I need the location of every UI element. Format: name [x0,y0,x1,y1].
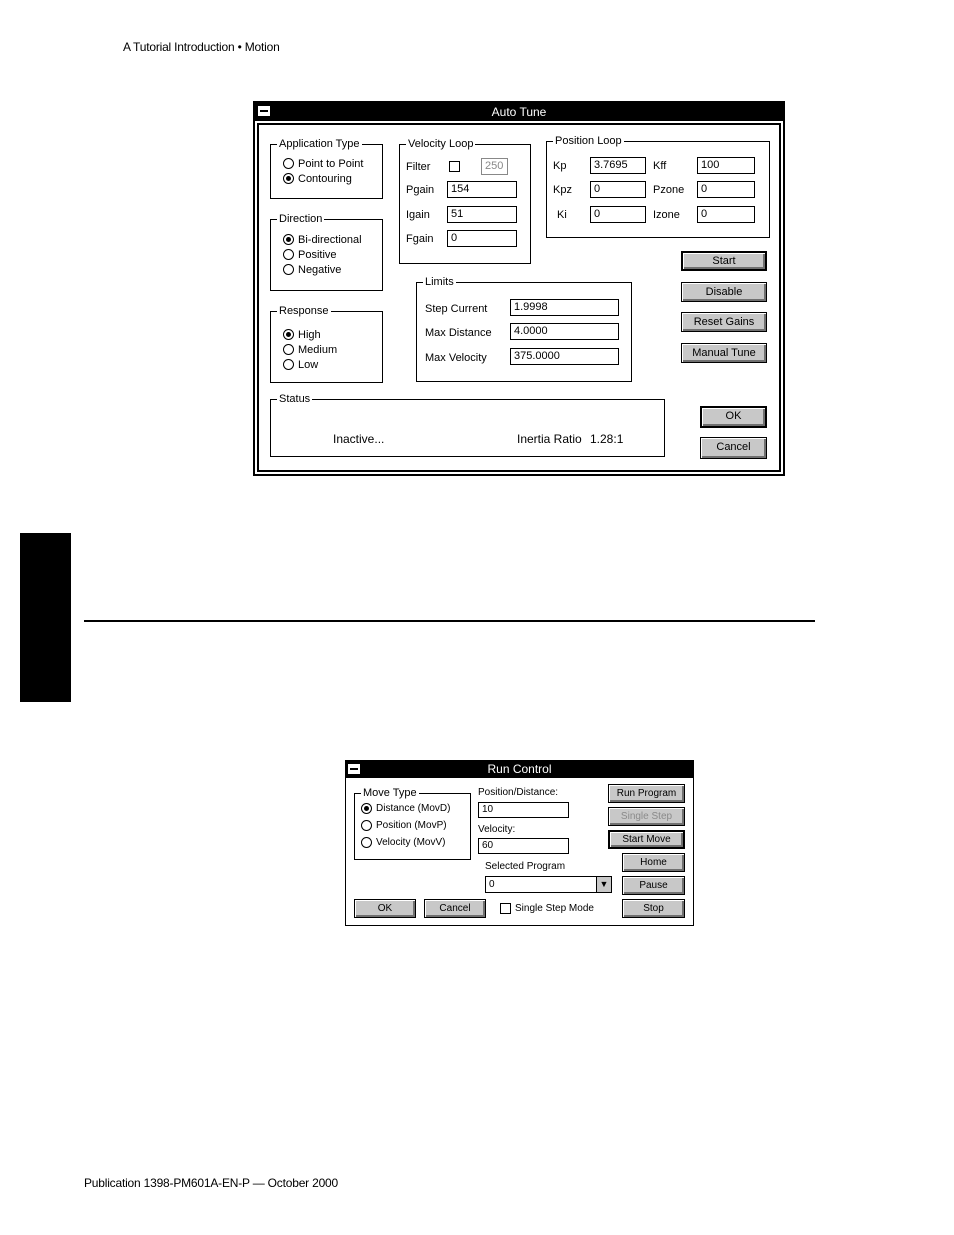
single-step-button[interactable]: Single Step [608,807,685,826]
filter-checkbox[interactable] [449,161,460,172]
filter-label: Filter [406,161,431,173]
ki-label: Ki [557,209,567,221]
high-label: High [298,329,321,341]
negative-label: Negative [298,264,342,276]
start-button[interactable]: Start [681,251,767,271]
max-velocity-label: Max Velocity [425,352,487,364]
radio-bi-directional[interactable] [283,234,294,245]
radio-point-to-point[interactable] [283,158,294,169]
home-button[interactable]: Home [622,853,685,872]
status-text: Inactive... [333,432,385,446]
selected-program-value: 0 [489,879,495,890]
positive-label: Positive [298,249,337,261]
igain-field[interactable]: 51 [447,206,517,223]
point-to-point-label: Point to Point [298,158,364,170]
disable-button[interactable]: Disable [681,282,767,302]
inertia-ratio-label: Inertia Ratio [517,432,582,446]
igain-label: Igain [406,209,430,221]
page-header: A Tutorial Introduction • Motion [123,40,280,54]
radio-high[interactable] [283,329,294,340]
filter-field[interactable]: 250 [481,158,508,175]
response-legend: Response [277,304,331,318]
selected-program-label: Selected Program [485,861,566,872]
status-legend: Status [277,392,313,406]
move-type-legend: Move Type [361,786,419,800]
radio-low[interactable] [283,359,294,370]
status-group: Status [270,392,665,457]
pause-button[interactable]: Pause [622,876,685,895]
position-label: Position (MovP) [376,820,447,831]
kff-label: Kff [653,160,667,172]
step-current-field[interactable]: 1.9998 [510,299,619,316]
start-move-button[interactable]: Start Move [608,830,685,849]
system-menu-icon[interactable] [257,105,271,117]
dialog-title: Run Control [487,762,552,776]
pgain-field[interactable]: 154 [447,181,517,198]
kff-field[interactable]: 100 [697,157,755,174]
direction-legend: Direction [277,212,325,226]
velocity-option-label: Velocity (MovV) [376,837,446,848]
chapter-tab [20,533,71,702]
kpz-field[interactable]: 0 [590,181,646,198]
radio-distance[interactable] [361,803,372,814]
system-menu-icon[interactable] [347,763,361,775]
fgain-label: Fgain [406,233,434,245]
auto-tune-dialog: Auto Tune Application Type Point to Poin… [253,101,785,476]
dialog-title: Auto Tune [491,105,547,119]
single-step-mode-checkbox[interactable] [500,903,511,914]
application-type-legend: Application Type [277,137,362,151]
radio-velocity[interactable] [361,837,372,848]
radio-medium[interactable] [283,344,294,355]
kpz-label: Kpz [553,184,572,196]
section-rule [84,620,815,622]
auto-tune-titlebar[interactable]: Auto Tune [255,103,783,121]
velocity-loop-legend: Velocity Loop [406,137,476,151]
ok-button[interactable]: OK [354,899,416,918]
max-velocity-field[interactable]: 375.0000 [510,348,619,365]
single-step-mode-label: Single Step Mode [515,903,594,914]
page-footer: Publication 1398-PM601A-EN-P — October 2… [84,1176,338,1190]
run-control-dialog: Run Control Move Type Distance (MovD) Po… [345,760,694,926]
bi-directional-label: Bi-directional [298,234,362,246]
kp-label: Kp [553,160,567,172]
dropdown-arrow-icon[interactable]: ▼ [596,877,611,892]
radio-positive[interactable] [283,249,294,260]
cancel-button[interactable]: Cancel [424,899,486,918]
radio-position[interactable] [361,820,372,831]
medium-label: Medium [298,344,338,356]
pgain-label: Pgain [406,184,435,196]
velocity-field-label: Velocity: [478,824,516,835]
low-label: Low [298,359,319,371]
manual-tune-button[interactable]: Manual Tune [681,343,767,363]
position-loop-legend: Position Loop [553,134,624,148]
izone-field[interactable]: 0 [697,206,755,223]
max-distance-field[interactable]: 4.0000 [510,323,619,340]
radio-negative[interactable] [283,264,294,275]
kp-field[interactable]: 3.7695 [590,157,646,174]
position-distance-field[interactable]: 10 [478,802,569,818]
contouring-label: Contouring [298,173,352,185]
position-distance-label: Position/Distance: [478,787,559,798]
limits-legend: Limits [423,275,456,289]
ki-field[interactable]: 0 [590,206,646,223]
inertia-ratio-value: 1.28:1 [590,432,624,446]
max-distance-label: Max Distance [425,327,492,339]
step-current-label: Step Current [425,303,488,315]
run-control-titlebar[interactable]: Run Control [346,761,693,778]
stop-button[interactable]: Stop [622,899,685,918]
pzone-field[interactable]: 0 [697,181,755,198]
cancel-button[interactable]: Cancel [700,437,767,459]
radio-contouring[interactable] [283,173,294,184]
run-program-button[interactable]: Run Program [608,784,685,803]
izone-label: Izone [653,209,680,221]
pzone-label: Pzone [653,184,685,196]
selected-program-select[interactable]: 0 ▼ [485,876,612,893]
fgain-field[interactable]: 0 [447,230,517,247]
distance-label: Distance (MovD) [376,803,451,814]
reset-gains-button[interactable]: Reset Gains [681,312,767,332]
velocity-field[interactable]: 60 [478,838,569,854]
ok-button[interactable]: OK [700,406,767,428]
